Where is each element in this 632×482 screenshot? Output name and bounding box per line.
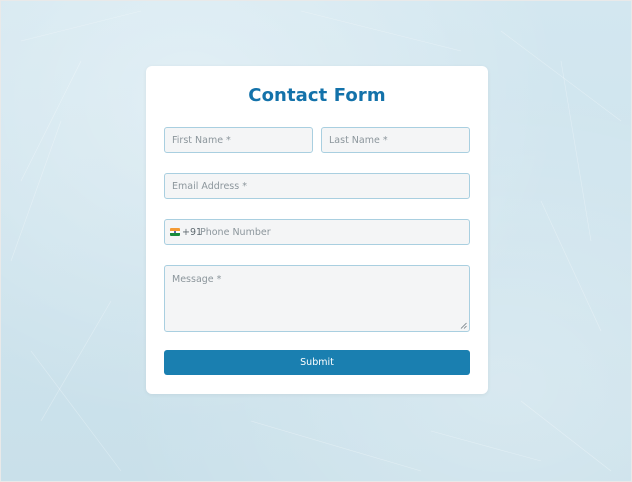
contact-form-card: Contact Form First Name * Last Name * Em… (146, 66, 488, 394)
message-placeholder: Message * (172, 274, 222, 285)
phone-placeholder: Phone Number (200, 227, 271, 238)
email-input[interactable]: Email Address * (164, 173, 470, 199)
first-name-input[interactable]: First Name * (164, 127, 313, 153)
phone-input[interactable]: +91 Phone Number (164, 219, 470, 245)
last-name-placeholder: Last Name * (329, 135, 388, 146)
submit-button[interactable]: Submit (164, 350, 470, 375)
email-placeholder: Email Address * (172, 181, 247, 192)
message-textarea[interactable]: Message * (164, 265, 470, 332)
resize-handle-icon[interactable] (460, 322, 467, 329)
last-name-input[interactable]: Last Name * (321, 127, 470, 153)
india-flag-icon[interactable] (170, 228, 180, 236)
first-name-placeholder: First Name * (172, 135, 231, 146)
form-title: Contact Form (248, 85, 386, 106)
